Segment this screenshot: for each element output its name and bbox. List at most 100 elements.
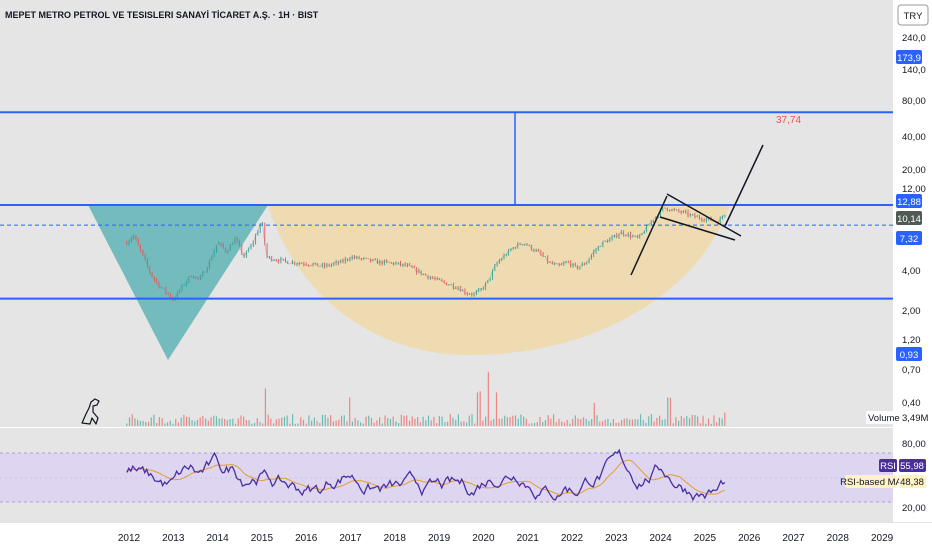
- price-tick: 240,0: [902, 33, 926, 44]
- volume-bar-31: [210, 417, 212, 426]
- volume-bar-17: [172, 423, 174, 426]
- price-tag-last[interactable]: 10,14: [896, 211, 922, 225]
- price-tick: 20,00: [902, 165, 926, 176]
- volume-bar-103: [406, 415, 408, 426]
- volume-bar-30: [207, 420, 209, 426]
- volume-label: Volume: [868, 413, 900, 424]
- volume-bar-142: [512, 415, 514, 426]
- volume-bar-179: [612, 419, 614, 426]
- volume-bar-145: [520, 414, 522, 426]
- volume-legend[interactable]: Volume 3,49M: [866, 411, 928, 424]
- volume-bar-49: [259, 421, 261, 426]
- volume-bar-187: [634, 419, 636, 426]
- volume-bar-107: [417, 416, 419, 426]
- volume-bar-39: [232, 418, 234, 426]
- volume-bar-120: [452, 417, 454, 426]
- time-tick-2012: 2012: [118, 533, 141, 544]
- chart-window: 37,74 MEPET METRO PETROL VE TESISLERI SA…: [0, 0, 932, 550]
- volume-bar-172: [593, 402, 595, 426]
- volume-bar-174: [599, 421, 601, 426]
- volume-bar-167: [580, 419, 582, 426]
- time-tick-2014: 2014: [206, 533, 229, 544]
- time-tick-2015: 2015: [251, 533, 274, 544]
- volume-bar-71: [319, 423, 321, 426]
- volume-bar-175: [601, 421, 604, 426]
- price-tag-0-93[interactable]: 0,93: [896, 347, 922, 361]
- time-tick-2026: 2026: [738, 533, 761, 544]
- price-tick: 2,00: [902, 306, 921, 317]
- volume-bar-61: [292, 414, 294, 426]
- volume-bar-214: [707, 418, 710, 426]
- volume-bar-19: [177, 422, 180, 426]
- volume-bar-216: [713, 415, 715, 426]
- volume-bar-40: [234, 423, 237, 426]
- volume-bar-53: [270, 418, 272, 426]
- volume-bar-101: [400, 414, 402, 426]
- price-tag-7-32[interactable]: 7,32: [896, 231, 922, 245]
- volume-bar-198: [664, 419, 666, 426]
- volume-bar-217: [716, 422, 718, 426]
- volume-bar-2: [131, 414, 133, 426]
- price-tag-12-88[interactable]: 12,88: [896, 194, 922, 208]
- volume-bar-165: [574, 415, 576, 426]
- volume-bar-94: [381, 423, 383, 426]
- volume-bar-146: [523, 416, 525, 426]
- volume-bar-11: [156, 422, 158, 426]
- price-tick: 0,40: [902, 398, 921, 409]
- volume-bar-91: [373, 422, 375, 426]
- volume-bar-82: [349, 397, 351, 426]
- volume-bar-24: [191, 420, 193, 426]
- volume-bar-171: [591, 419, 593, 426]
- volume-value: 3,49M: [902, 413, 928, 424]
- volume-bar-117: [444, 422, 446, 426]
- volume-bar-72: [321, 414, 324, 426]
- time-tick-2028: 2028: [827, 533, 850, 544]
- volume-bar-37: [226, 420, 228, 426]
- volume-bar-125: [465, 422, 468, 426]
- volume-bar-22: [185, 416, 188, 426]
- volume-bar-95: [384, 415, 386, 426]
- volume-bar-206: [686, 416, 688, 426]
- volume-bar-208: [691, 414, 693, 426]
- volume-bar-143: [514, 415, 517, 426]
- volume-bar-182: [620, 419, 623, 426]
- volume-bar-220: [724, 412, 726, 426]
- volume-bar-35: [221, 418, 223, 426]
- chart-svg[interactable]: 37,74 MEPET METRO PETROL VE TESISLERI SA…: [0, 0, 932, 550]
- volume-bar-130: [479, 391, 481, 426]
- currency-badge[interactable]: TRY: [897, 4, 929, 26]
- time-tick-2018: 2018: [384, 533, 407, 544]
- volume-bar-13: [161, 418, 163, 426]
- volume-bar-5: [139, 421, 141, 426]
- volume-bar-68: [311, 420, 313, 426]
- volume-bar-6: [142, 420, 144, 426]
- volume-bar-7: [145, 422, 147, 426]
- volume-bar-15: [166, 422, 169, 426]
- volume-bar-176: [604, 419, 606, 426]
- volume-bar-153: [542, 421, 544, 426]
- time-tick-2017: 2017: [339, 533, 362, 544]
- volume-bar-195: [656, 417, 658, 426]
- volume-bar-213: [705, 423, 707, 426]
- price-tag-173-9[interactable]: 173,9: [896, 50, 922, 64]
- volume-bar-25: [194, 421, 196, 426]
- volume-bar-210: [697, 416, 699, 426]
- rsi-label: RSI: [880, 461, 896, 472]
- volume-bar-168: [582, 417, 585, 426]
- volume-bar-185: [629, 419, 631, 426]
- volume-bar-88: [365, 416, 367, 426]
- volume-bar-140: [506, 417, 508, 426]
- volume-bar-160: [561, 421, 563, 426]
- volume-bar-80: [343, 415, 345, 426]
- volume-bar-113: [433, 416, 435, 426]
- volume-bar-119: [449, 414, 451, 426]
- volume-bar-211: [699, 423, 701, 426]
- volume-bar-0: [126, 423, 128, 426]
- volume-bar-202: [675, 417, 677, 426]
- volume-bar-14: [164, 423, 166, 426]
- volume-bar-186: [631, 419, 634, 426]
- volume-bar-133: [487, 371, 489, 426]
- volume-bar-100: [398, 423, 400, 426]
- volume-bar-79: [340, 415, 343, 426]
- volume-bar-128: [474, 423, 476, 426]
